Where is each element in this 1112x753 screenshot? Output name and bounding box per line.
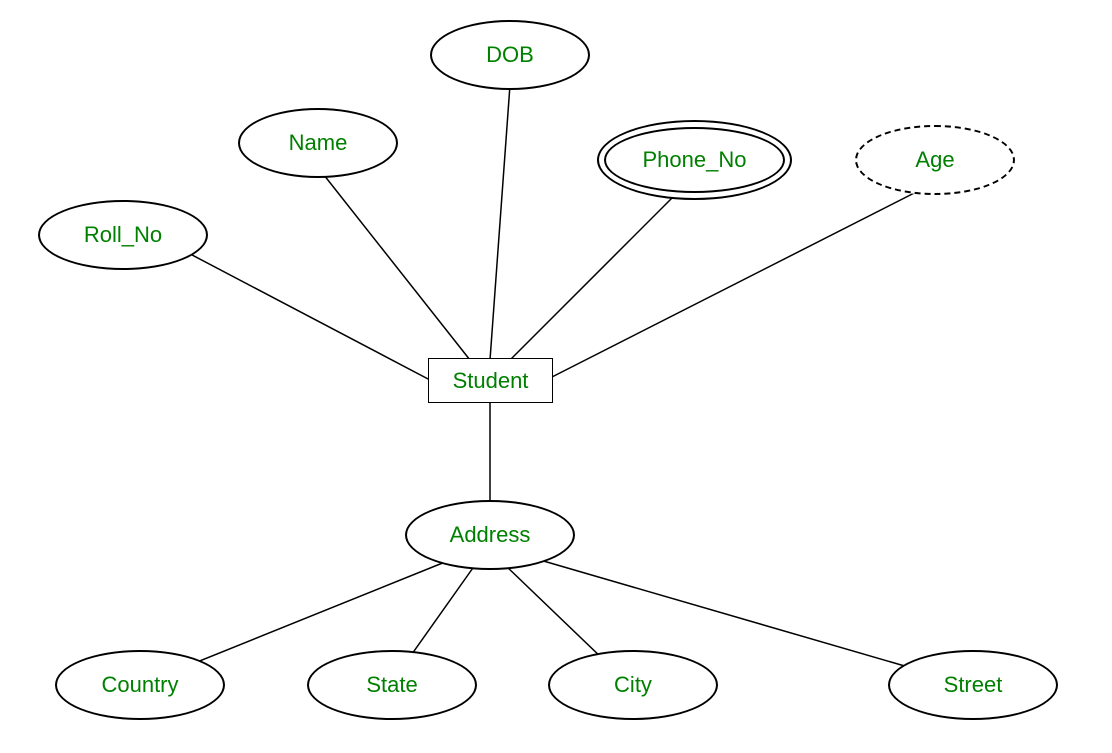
attribute-city: City [548, 650, 718, 720]
attribute-country: Country [55, 650, 225, 720]
attribute-country-label: Country [101, 672, 178, 698]
attribute-roll-no-label: Roll_No [84, 222, 162, 248]
connector-lines [0, 0, 1112, 753]
entity-student: Student [428, 358, 553, 403]
attribute-roll-no: Roll_No [38, 200, 208, 270]
attribute-street: Street [888, 650, 1058, 720]
attribute-dob: DOB [430, 20, 590, 90]
attribute-address: Address [405, 500, 575, 570]
attribute-age: Age [855, 125, 1015, 195]
attribute-dob-label: DOB [486, 42, 534, 68]
attribute-state: State [307, 650, 477, 720]
attribute-state-label: State [366, 672, 417, 698]
attribute-phone-no-label: Phone_No [643, 147, 747, 173]
entity-student-label: Student [453, 368, 529, 394]
attribute-name-label: Name [289, 130, 348, 156]
attribute-address-label: Address [450, 522, 531, 548]
attribute-city-label: City [614, 672, 652, 698]
attribute-street-label: Street [944, 672, 1003, 698]
attribute-name: Name [238, 108, 398, 178]
attribute-phone-no: Phone_No [597, 120, 792, 200]
attribute-age-label: Age [915, 147, 954, 173]
